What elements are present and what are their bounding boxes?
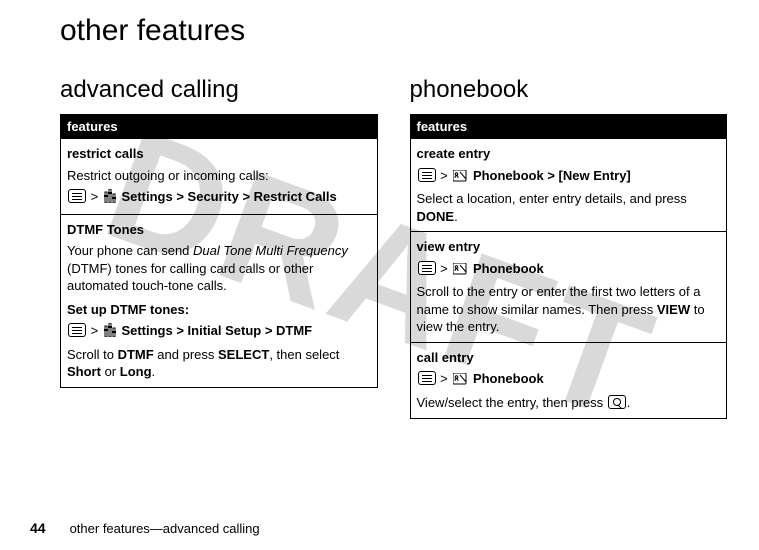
features-table-right: features create entry > Phonebook > [New… <box>410 114 728 419</box>
menu-key-icon <box>68 323 86 337</box>
bold-text: Short <box>67 364 101 379</box>
page-number: 44 <box>30 520 46 536</box>
text: and press <box>154 347 218 362</box>
table-row: DTMF Tones Your phone can send Dual Tone… <box>61 214 378 387</box>
text: Your phone can send <box>67 243 193 258</box>
table-row: call entry > Phonebook View/select the e… <box>410 342 727 418</box>
text: Scroll to <box>67 347 118 362</box>
menu-path: > Settings > Security > Restrict Calls <box>67 188 371 208</box>
feature-cell-view-entry: view entry > Phonebook Scroll to the ent… <box>410 232 727 343</box>
page-content: other features advanced calling features… <box>0 0 759 419</box>
table-row: create entry > Phonebook > [New Entry] S… <box>410 139 727 232</box>
text: View/select the entry, then press <box>417 395 607 410</box>
menu-path: > Phonebook > [New Entry] <box>417 167 721 187</box>
bold-text: SELECT <box>218 347 269 362</box>
path-sep: > <box>87 189 102 204</box>
columns: advanced calling features restrict calls… <box>60 76 727 419</box>
feature-body: Select a location, enter entry details, … <box>417 190 721 225</box>
bold-text: DTMF <box>118 347 154 362</box>
path-text: Phonebook > [New Entry] <box>469 168 630 183</box>
menu-key-icon <box>418 371 436 385</box>
page-title: other features <box>60 14 727 48</box>
menu-key-icon <box>418 168 436 182</box>
path-text: Phonebook <box>469 261 543 276</box>
table-header-cell: features <box>61 115 378 139</box>
settings-icon <box>104 323 116 342</box>
phonebook-icon <box>453 262 467 280</box>
text: . <box>152 364 156 379</box>
feature-cell-dtmf: DTMF Tones Your phone can send Dual Tone… <box>61 214 378 387</box>
right-column: phonebook features create entry > Phoneb… <box>410 76 728 419</box>
send-key-icon <box>608 395 626 409</box>
feature-body: Restrict outgoing or incoming calls: <box>67 167 371 185</box>
text: . <box>627 395 631 410</box>
bold-text: Long <box>120 364 152 379</box>
section-title-phonebook: phonebook <box>410 76 728 104</box>
left-column: advanced calling features restrict calls… <box>60 76 378 388</box>
text: or <box>101 364 120 379</box>
footer-text: other features—advanced calling <box>70 521 260 536</box>
phonebook-icon <box>453 372 467 390</box>
table-header-cell: features <box>410 115 727 139</box>
feature-body: Your phone can send Dual Tone Multi Freq… <box>67 242 371 295</box>
text: Select a location, enter entry details, … <box>417 191 687 206</box>
section-title-advanced-calling: advanced calling <box>60 76 378 104</box>
path-sep: > <box>437 371 452 386</box>
feature-body: View/select the entry, then press . <box>417 394 721 412</box>
feature-cell-restrict-calls: restrict calls Restrict outgoing or inco… <box>61 139 378 215</box>
path-sep: > <box>87 323 102 338</box>
settings-icon <box>104 189 116 208</box>
feature-subhead: Set up DTMF tones: <box>67 301 371 319</box>
text: . <box>454 209 458 224</box>
path-text: Phonebook <box>469 371 543 386</box>
bold-text: DONE <box>417 209 455 224</box>
features-table-left: features restrict calls Restrict outgoin… <box>60 114 378 388</box>
feature-title: view entry <box>417 238 721 256</box>
page-footer: 44 other features—advanced calling <box>30 520 260 536</box>
feature-body: Scroll to the entry or enter the first t… <box>417 283 721 336</box>
table-header-row: features <box>410 115 727 139</box>
feature-title: create entry <box>417 145 721 163</box>
phonebook-icon <box>453 169 467 187</box>
feature-title: restrict calls <box>67 145 371 163</box>
table-header-row: features <box>61 115 378 139</box>
feature-body: Scroll to DTMF and press SELECT, then se… <box>67 346 371 381</box>
menu-key-icon <box>418 261 436 275</box>
menu-path: > Phonebook <box>417 370 721 390</box>
table-row: restrict calls Restrict outgoing or inco… <box>61 139 378 215</box>
menu-path: > Phonebook <box>417 260 721 280</box>
text: (DTMF) tones for calling card calls or o… <box>67 261 313 294</box>
feature-cell-call-entry: call entry > Phonebook View/select the e… <box>410 342 727 418</box>
feature-title: DTMF Tones <box>67 221 371 239</box>
emphasis-text: Dual Tone Multi Frequency <box>193 243 348 258</box>
menu-path: > Settings > Initial Setup > DTMF <box>67 322 371 342</box>
feature-cell-create-entry: create entry > Phonebook > [New Entry] S… <box>410 139 727 232</box>
text: , then select <box>269 347 339 362</box>
bold-text: VIEW <box>657 302 690 317</box>
path-text: Settings > Security > Restrict Calls <box>118 189 337 204</box>
path-sep: > <box>437 261 452 276</box>
menu-key-icon <box>68 189 86 203</box>
feature-title: call entry <box>417 349 721 367</box>
path-text: Settings > Initial Setup > DTMF <box>118 323 312 338</box>
path-sep: > <box>437 168 452 183</box>
table-row: view entry > Phonebook Scroll to the ent… <box>410 232 727 343</box>
